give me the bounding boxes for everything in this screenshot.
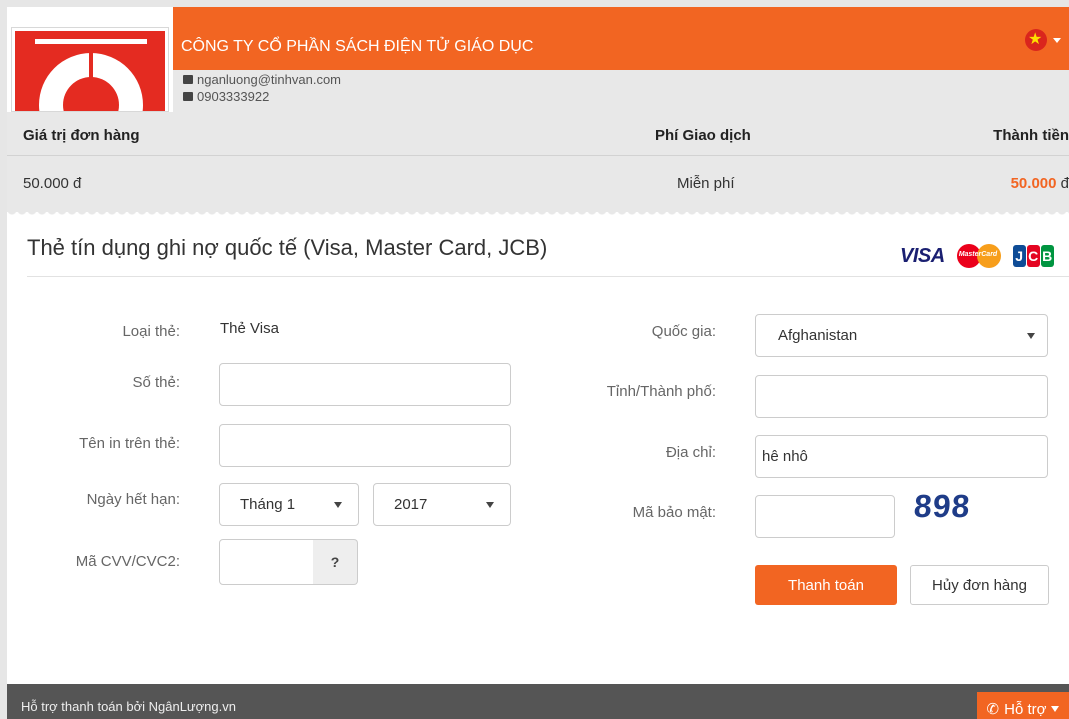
mastercard-logo: MasterCard — [955, 242, 1003, 270]
gd-logo-mark — [35, 39, 147, 111]
expiry-year-select[interactable]: 2017 — [373, 483, 511, 526]
payment-method-title: Thẻ tín dụng ghi nợ quốc tế (Visa, Maste… — [27, 235, 548, 260]
expiry-month-select[interactable]: Tháng 1 — [219, 483, 359, 526]
cardholder-name-input[interactable] — [219, 424, 511, 467]
address-input[interactable]: hê nhô — [755, 435, 1048, 478]
country-select[interactable]: Afghanistan — [755, 314, 1048, 357]
fee-value: Miễn phí — [677, 175, 735, 192]
expiry-month-value: Tháng 1 — [240, 496, 296, 513]
envelope-icon — [183, 75, 193, 84]
pay-button[interactable]: Thanh toán — [755, 565, 897, 605]
country-value: Afghanistan — [778, 327, 858, 344]
vietnam-flag-icon[interactable]: ★ — [1025, 29, 1047, 51]
cancel-order-button[interactable]: Hủy đơn hàng — [910, 565, 1049, 605]
footer: Hỗ trợ thanh toán bởi NgânLượng.vn ✆ Hỗ … — [7, 684, 1069, 719]
order-summary: Giá trị đơn hàng Phí Giao dịch Thành tiề… — [7, 112, 1069, 212]
captcha-image: 898 — [912, 488, 972, 524]
card-brand-logos: VISA MasterCard J C B — [900, 241, 1054, 271]
order-value: 50.000 đ — [23, 175, 82, 192]
contact-info: nganluong@tinhvan.com 0903333922 — [173, 70, 1069, 112]
order-summary-header: Giá trị đơn hàng Phí Giao dịch Thành tiề… — [7, 112, 1069, 156]
fee-header: Phí Giao dịch — [655, 127, 751, 144]
expiry-year-value: 2017 — [394, 496, 428, 513]
cvv-input[interactable] — [219, 539, 314, 585]
support-label: Hỗ trợ — [1004, 700, 1047, 718]
merchant-phone: 0903333922 — [197, 89, 270, 104]
card-type-value: Thẻ Visa — [220, 320, 279, 337]
mastercard-logo-text: MasterCard — [958, 251, 998, 258]
email-line: nganluong@tinhvan.com — [183, 72, 341, 87]
visa-logo: VISA — [900, 244, 945, 267]
company-name: CÔNG TY CỔ PHẦN SÁCH ĐIỆN TỬ GIÁO DỤC — [181, 38, 534, 55]
footer-text: Hỗ trợ thanh toán bởi NgânLượng.vn — [21, 699, 236, 714]
merchant-header: CÔNG TY CỔ PHẦN SÁCH ĐIỆN TỬ GIÁO DỤC ★ … — [7, 7, 1069, 112]
support-button[interactable]: ✆ Hỗ trợ — [977, 692, 1069, 719]
order-value-header: Giá trị đơn hàng — [23, 127, 140, 144]
total-amount: 50.000 — [1010, 175, 1057, 192]
cvv-help-button[interactable]: ? — [313, 539, 358, 585]
address-label: Địa chỉ: — [665, 444, 716, 461]
merchant-logo — [11, 27, 169, 112]
phone-icon: ✆ — [986, 701, 1000, 718]
language-dropdown-caret-icon[interactable] — [1053, 38, 1061, 43]
total-currency: đ — [1056, 175, 1069, 192]
card-number-label: Số thẻ: — [132, 374, 180, 391]
chevron-down-icon — [1027, 332, 1035, 339]
chevron-down-icon — [486, 501, 494, 508]
checkout-page: CÔNG TY CỔ PHẦN SÁCH ĐIỆN TỬ GIÁO DỤC ★ … — [0, 0, 1069, 719]
card-number-input[interactable] — [219, 363, 511, 406]
cvv-label: Mã CVV/CVC2: — [75, 553, 180, 570]
captcha-input[interactable] — [755, 495, 895, 538]
merchant-email: nganluong@tinhvan.com — [197, 72, 342, 87]
cardholder-name-label: Tên in trên thẻ: — [79, 435, 180, 452]
captcha-label: Mã bảo mật: — [632, 504, 716, 521]
card-type-label: Loại thẻ: — [122, 323, 180, 340]
total-header: Thành tiền — [993, 127, 1069, 144]
phone-line: 0903333922 — [183, 89, 269, 104]
jcb-logo: J C B — [1012, 245, 1054, 267]
chevron-down-icon — [334, 501, 342, 508]
order-summary-row: 50.000 đ Miễn phí 50.000 đ — [7, 157, 1069, 207]
country-label: Quốc gia: — [651, 323, 716, 340]
phone-icon — [183, 92, 193, 101]
zigzag-divider — [7, 210, 1069, 220]
title-divider — [27, 276, 1069, 277]
chevron-down-icon — [1051, 706, 1060, 712]
expiry-label: Ngày hết hạn: — [86, 491, 180, 508]
city-label: Tỉnh/Thành phố: — [606, 383, 716, 400]
total-value: 50.000 đ — [1011, 175, 1069, 192]
city-input[interactable] — [755, 375, 1048, 418]
